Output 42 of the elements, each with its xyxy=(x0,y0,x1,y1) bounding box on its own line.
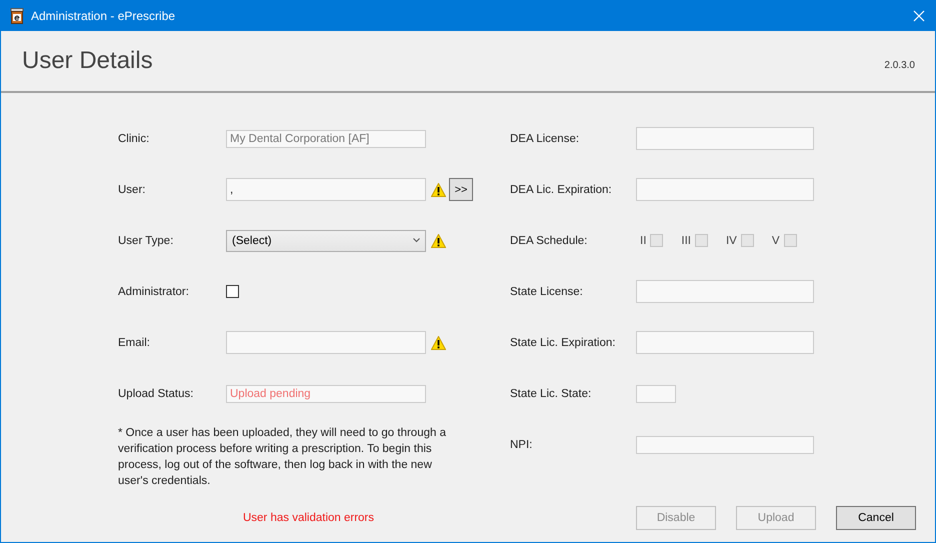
app-icon xyxy=(10,8,24,24)
text-field[interactable]: My Dental Corporation [AF] xyxy=(226,130,426,148)
text-field[interactable]: , xyxy=(226,178,426,201)
version-text: 2.0.3.0 xyxy=(884,60,915,70)
field-label: DEA License: xyxy=(510,132,580,144)
field-label: User Type: xyxy=(118,234,174,246)
field-label: Upload Status: xyxy=(118,388,194,400)
field-label: NPI: xyxy=(510,438,534,450)
schedule-checkbox[interactable] xyxy=(650,234,664,247)
schedule-label: III xyxy=(681,234,691,246)
text-field[interactable] xyxy=(636,127,814,150)
field-label: Clinic: xyxy=(118,132,150,144)
text-field[interactable] xyxy=(226,331,426,354)
chevron-down-icon xyxy=(413,238,420,243)
text-field[interactable] xyxy=(636,331,814,354)
text-field[interactable] xyxy=(636,436,814,454)
user-type-dropdown[interactable]: (Select) xyxy=(226,230,426,252)
field-label: Email: xyxy=(118,336,151,348)
field-label: State Lic. State: xyxy=(510,388,592,400)
field-label: DEA Lic. Expiration: xyxy=(510,184,613,196)
field-label: State Lic. Expiration: xyxy=(510,336,616,348)
schedule-checkbox[interactable] xyxy=(740,234,754,247)
schedule-label: IV xyxy=(726,234,737,246)
schedule-checkbox[interactable] xyxy=(784,234,797,247)
page-heading: User Details xyxy=(22,47,154,75)
schedule-label: II xyxy=(640,234,646,246)
schedule-checkbox[interactable] xyxy=(694,234,708,247)
schedule-label: V xyxy=(772,234,780,246)
text-field[interactable] xyxy=(636,280,814,303)
validation-message: User has validation errors xyxy=(242,512,376,524)
upload-note: * Once a user has been uploaded, they will need to go through a verification process before writing a prescription. To begin this process, log out of the software, then log back in with the new user's credentials. xyxy=(118,426,447,489)
dialog-button[interactable]: Cancel xyxy=(836,506,916,530)
lookup-button[interactable]: >> xyxy=(449,178,473,201)
field-label: DEA Schedule: xyxy=(510,234,588,246)
text-field[interactable] xyxy=(636,178,814,201)
checkbox[interactable] xyxy=(226,285,239,298)
text-field[interactable] xyxy=(636,384,676,402)
field-label: User: xyxy=(118,184,146,196)
close-button[interactable] xyxy=(911,8,927,24)
field-label: State License: xyxy=(510,286,584,298)
field-label: Administrator: xyxy=(118,286,190,298)
window-title: Administration - ePrescribe xyxy=(31,9,176,23)
